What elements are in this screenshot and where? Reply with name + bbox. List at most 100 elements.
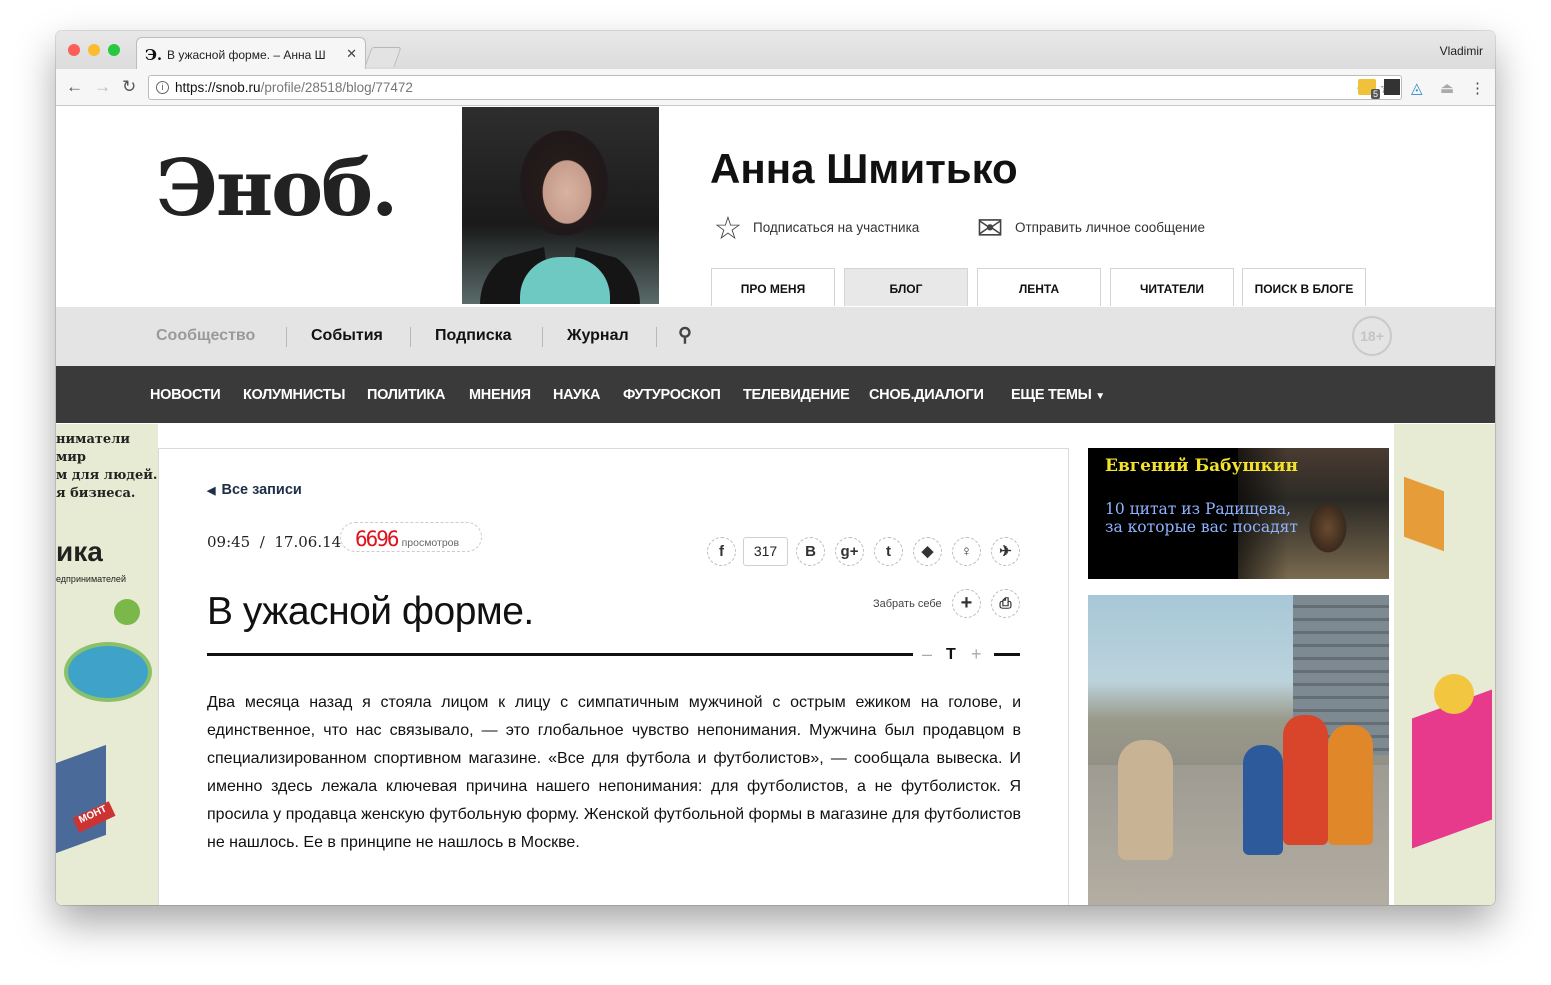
section-columnists[interactable]: КОЛУМНИСТЫ [243,387,345,403]
envelope-icon: ✉ [976,210,1004,246]
subscribe-link[interactable]: ☆ Подписаться на участника [711,210,920,246]
vk-icon[interactable]: B [796,537,825,566]
font-decrease-icon[interactable]: – [922,644,932,665]
tab-about[interactable]: ПРО МЕНЯ [711,268,835,306]
add-icon[interactable]: + [952,589,981,618]
maximize-window-button[interactable] [108,44,120,56]
extension-icon[interactable]: 5 [1358,79,1380,99]
subscribe-label: Подписаться на участника [753,220,920,235]
site-logo[interactable]: Эноб. [156,143,398,234]
section-more-topics[interactable]: ЕЩЕ ТЕМЫ ▼ [1011,387,1105,403]
post-time: 09:45 [207,533,251,551]
article-title: В ужасной форме. [207,590,534,633]
share-count: 317 [743,537,788,566]
url-path: /profile/28518/blog/77472 [260,80,413,95]
forward-arrow-icon[interactable]: → [94,77,111,97]
tab-blog-search[interactable]: ПОИСК В БЛОГЕ [1242,268,1366,306]
font-increase-icon[interactable]: + [971,644,982,665]
profile-photo [462,107,659,304]
triangle-left-icon: ◀ [207,485,216,497]
site-favicon-icon: Э. [145,46,163,64]
photo-child [1283,715,1328,845]
section-opinions[interactable]: МНЕНИЯ [469,387,531,403]
banner-building-illustration [56,744,106,854]
all-posts-label: Все записи [221,482,302,498]
banner-tree-illustration [114,599,140,625]
odnoklassniki-icon[interactable]: ♀ [952,537,981,566]
profile-name: Анна Шмитько [710,145,1018,192]
back-arrow-icon[interactable]: ← [66,77,83,97]
age-rating-badge: 18+ [1352,316,1392,356]
facebook-icon[interactable]: f [707,537,736,566]
font-size-label: Т [946,646,956,663]
tab-readers[interactable]: ЧИТАТЕЛИ [1110,268,1234,306]
promo-headline: 10 цитат из Радищева, за которые вас пос… [1105,500,1298,536]
title-divider [207,653,913,656]
browser-tab-active[interactable]: Э. В ужасной форме. – Анна Ш ✕ [136,37,366,69]
nav-events[interactable]: События [311,327,383,345]
save-label: Забрать себе [873,598,942,610]
web-page: Эноб. Анна Шмитько ☆ Подписаться на учас… [56,107,1495,905]
banner-line: я бизнеса. [56,486,136,501]
section-television[interactable]: ТЕЛЕВИДЕНИЕ [743,387,850,403]
photo-child [1118,740,1173,860]
close-window-button[interactable] [68,44,80,56]
section-nav: НОВОСТИ КОЛУМНИСТЫ ПОЛИТИКА МНЕНИЯ НАУКА… [56,366,1495,423]
menu-dots-icon[interactable]: ⋮ [1470,79,1485,97]
section-politics[interactable]: ПОЛИТИКА [367,387,445,403]
search-icon[interactable]: ⚲ [678,324,692,347]
promo-author: Евгений Бабушкин [1105,456,1298,476]
section-snob-dialogues[interactable]: СНОБ.ДИАЛОГИ [869,387,984,403]
url-host: https://snob.ru [175,80,261,95]
banner-decoration-illustration [1434,674,1474,714]
dropdown-caret-icon: ▼ [1095,391,1105,402]
address-bar[interactable]: i https://snob.ru/profile/28518/blog/774… [148,75,1402,100]
message-label: Отправить личное сообщение [1015,220,1205,235]
film-extension-icon[interactable] [1384,79,1400,95]
section-news[interactable]: НОВОСТИ [150,387,221,403]
promo-photo-card[interactable] [1088,595,1389,905]
view-counter: 6696 просмотров [340,522,482,552]
top-nav: Сообщество События Подписка Журнал ⚲ 18+ [56,307,1495,366]
tab-blog[interactable]: БЛОГ [844,268,968,306]
nav-magazine[interactable]: Журнал [567,327,629,345]
banner-pond-illustration [64,642,152,702]
bird-share-icon[interactable]: ✈ [991,537,1020,566]
drive-extension-icon[interactable]: ◬ [1411,79,1423,97]
nav-divider [410,327,411,347]
minimize-window-button[interactable] [88,44,100,56]
profile-user-name[interactable]: Vladimir [1440,44,1483,58]
star-icon: ☆ [713,210,743,246]
view-label: просмотров [401,537,460,549]
banner-brand: ика [56,536,103,567]
section-science[interactable]: НАУКА [553,387,601,403]
all-posts-link[interactable]: ◀ Все записи [207,482,302,498]
print-icon[interactable]: ⎙ [991,589,1020,618]
nav-subscription[interactable]: Подписка [435,327,512,345]
more-topics-label: ЕЩЕ ТЕМЫ [1011,387,1092,403]
tag-icon[interactable]: ◆ [913,537,942,566]
banner-line: м для людей. [56,468,158,483]
photo-child [1328,725,1373,845]
twitter-icon[interactable]: t [874,537,903,566]
browser-toolbar: ← → ↻ i https://snob.ru/profile/28518/bl… [56,69,1495,106]
nav-community[interactable]: Сообщество [156,327,255,345]
section-futuroscope[interactable]: ФУТУРОСКОП [623,387,721,403]
download-extension-icon[interactable]: ⏏ [1440,79,1454,97]
article-body: Два месяца назад я стояла лицом к лицу с… [207,694,1021,851]
left-side-banner[interactable]: ниматели мир м для людей. я бизнеса. ика… [56,424,158,905]
banner-line: мир [56,450,87,465]
new-tab-button[interactable] [364,47,402,67]
promo-card-quotes[interactable]: Евгений Бабушкин 10 цитат из Радищева, з… [1088,448,1389,579]
banner-building-illustration [1404,476,1444,552]
tab-feed[interactable]: ЛЕНТА [977,268,1101,306]
google-plus-icon[interactable]: g+ [835,537,864,566]
right-side-banner[interactable] [1394,424,1495,905]
reload-icon[interactable]: ↻ [122,77,136,97]
nav-divider [656,327,657,347]
close-tab-icon[interactable]: ✕ [346,46,357,62]
info-icon[interactable]: i [156,81,169,94]
message-link[interactable]: ✉ Отправить личное сообщение [973,212,1205,246]
browser-window: Э. В ужасной форме. – Анна Ш ✕ Vladimir … [56,31,1495,905]
tab-bar: Э. В ужасной форме. – Анна Ш ✕ Vladimir [56,31,1495,69]
